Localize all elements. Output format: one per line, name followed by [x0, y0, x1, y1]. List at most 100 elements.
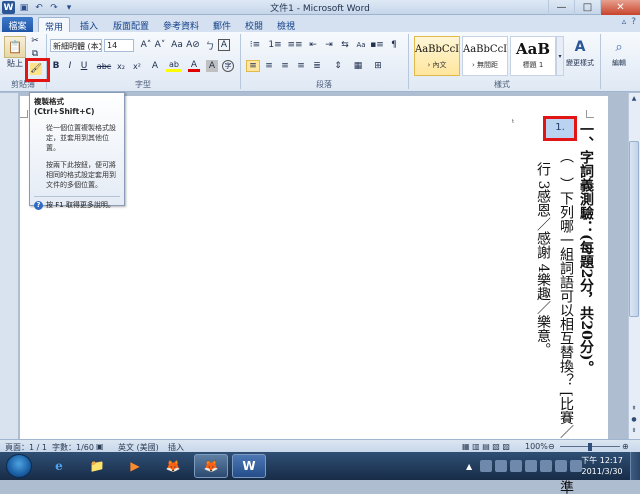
tray-icon[interactable] [540, 460, 552, 472]
group-divider [240, 34, 241, 89]
find-icon[interactable]: ⌕ [606, 36, 632, 58]
style-normal[interactable]: AaBbCcI › 內文 [414, 36, 460, 76]
redo-icon[interactable]: ↷ [48, 2, 60, 14]
bullets-button[interactable]: ⁝≡ [246, 39, 264, 51]
question-heading[interactable]: 一、字詞義測驗：(每題2分，共20分)。 [578, 122, 594, 374]
line-spacing-button[interactable]: ⇕ [330, 60, 346, 72]
change-styles-button[interactable]: 變更樣式 [562, 58, 598, 68]
status-bar: 頁面：1 / 1 字數：1/60 ▣ 英文 (美國) 插入 ▦ ▥ ▤ ▧ ▨ … [0, 439, 640, 452]
tab-home[interactable]: 常用 [38, 17, 70, 33]
phonetic-guide-icon[interactable]: ㄅ [204, 39, 216, 52]
word-logo-icon[interactable]: W [2, 1, 15, 14]
minimize-button[interactable]: — [548, 0, 574, 15]
firefox-window-icon[interactable]: 🦊 [194, 454, 228, 478]
justify-button[interactable]: ≡ [294, 60, 308, 72]
show-desktop-button[interactable] [630, 452, 640, 480]
enclose-char-button[interactable]: 字 [222, 60, 234, 72]
shrink-font-icon[interactable]: A˅ [154, 39, 166, 51]
numbering-button[interactable]: 1≡ [266, 39, 284, 51]
question-line[interactable]: 行 3感恩／感謝 4樂趣／樂意。 [535, 162, 551, 357]
align-center-button[interactable]: ≡ [262, 60, 276, 72]
tab-page-layout[interactable]: 版面配置 [108, 17, 154, 32]
prev-page-icon[interactable]: ⇞ [629, 405, 639, 415]
explorer-folder-icon[interactable]: 📁 [80, 454, 114, 478]
shading-button[interactable]: ▦ [350, 60, 366, 72]
scroll-up-icon[interactable]: ▲ [629, 95, 639, 105]
font-name-combo[interactable]: 新細明體 (本文 [50, 39, 102, 52]
align-right-button[interactable]: ≡ [278, 60, 292, 72]
zoom-slider-thumb[interactable] [588, 443, 592, 451]
sort-button[interactable]: ▪≡ [370, 39, 384, 51]
show-marks-button[interactable]: ¶ [388, 39, 400, 51]
proofing-icon[interactable]: ▣ [96, 442, 104, 451]
grow-font-icon[interactable]: A˄ [140, 39, 152, 51]
tab-insert[interactable]: 插入 [74, 17, 104, 32]
text-effects-icon[interactable]: A [148, 60, 162, 72]
borders-button[interactable]: ⊞ [370, 60, 386, 72]
firefox-icon[interactable]: 🦊 [156, 454, 190, 478]
style-no-spacing[interactable]: AaBbCcI › 無間距 [462, 36, 508, 76]
paste-icon[interactable]: 📋 [4, 36, 26, 58]
crop-mark [20, 110, 28, 118]
tray-icon[interactable] [525, 460, 537, 472]
start-button[interactable] [6, 454, 32, 478]
change-case-icon[interactable]: Aa [170, 39, 184, 51]
tray-icon[interactable] [510, 460, 522, 472]
change-styles-icon[interactable]: A [568, 36, 592, 58]
clock-time: 下午 12:17 [581, 456, 623, 465]
tray-icon[interactable] [495, 460, 507, 472]
clear-formatting-icon[interactable]: A⊘ [186, 39, 200, 51]
distributed-button[interactable]: ≣ [310, 60, 324, 72]
increase-indent-button[interactable]: ⇥ [322, 39, 336, 51]
style-heading-1[interactable]: AaB 標題 1 [510, 36, 556, 76]
italic-button[interactable]: I [64, 60, 76, 72]
zoom-level[interactable]: 100% [525, 442, 548, 451]
tab-view[interactable]: 檢視 [272, 17, 300, 32]
align-left-button[interactable]: ≡ [246, 60, 260, 72]
char-border-icon[interactable]: A [218, 39, 230, 51]
highlight-button[interactable]: ab [166, 60, 182, 72]
asian-layout-button[interactable]: Aa [354, 39, 368, 51]
media-player-icon[interactable]: ▶ [118, 454, 152, 478]
clock[interactable]: 下午 12:17 2011/3/30 [576, 455, 628, 477]
word-taskbar-icon[interactable]: W [232, 454, 266, 478]
close-button[interactable]: ✕ [600, 0, 640, 15]
paste-button-label[interactable]: 貼上 [4, 58, 26, 68]
view-buttons[interactable]: ▦ ▥ ▤ ▧ ▨ [462, 442, 510, 451]
font-size-combo[interactable]: 14 [104, 39, 134, 52]
internet-explorer-icon[interactable]: e [42, 454, 76, 478]
text-direction-button[interactable]: ⇆ [338, 39, 352, 51]
minimize-ribbon-icon[interactable]: ▵ [622, 17, 627, 27]
tab-mailings[interactable]: 郵件 [208, 17, 236, 32]
show-hidden-icons[interactable]: ▲ [466, 462, 472, 471]
scrollbar-thumb[interactable] [629, 141, 639, 317]
tab-review[interactable]: 校閱 [240, 17, 268, 32]
help-icon[interactable]: ? [631, 17, 636, 27]
styles-more-icon[interactable]: ▾ [556, 36, 564, 76]
char-shading-button[interactable]: A [206, 60, 218, 72]
decrease-indent-button[interactable]: ⇤ [306, 39, 320, 51]
tab-file[interactable]: 檔案 [2, 17, 33, 32]
multilevel-list-button[interactable]: ≡≡ [286, 39, 304, 51]
tab-references[interactable]: 參考資料 [158, 17, 204, 32]
cut-icon[interactable]: ✂ [30, 36, 40, 46]
browse-object-icon[interactable]: ● [629, 416, 639, 426]
subscript-button[interactable]: x₂ [114, 60, 128, 72]
network-icon[interactable] [555, 460, 567, 472]
maximize-button[interactable]: □ [574, 0, 600, 15]
zoom-in-icon[interactable]: ⊕ [622, 442, 629, 451]
superscript-button[interactable]: x² [130, 60, 144, 72]
qat-customize-icon[interactable]: ▾ [63, 2, 75, 14]
underline-button[interactable]: U [78, 60, 90, 72]
bold-button[interactable]: B [50, 60, 62, 72]
tray-icon[interactable] [480, 460, 492, 472]
undo-icon[interactable]: ↶ [33, 2, 45, 14]
editing-button[interactable]: 編輯 [604, 58, 634, 68]
zoom-out-icon[interactable]: ⊖ [548, 442, 555, 451]
paragraph-group-label: 段落 [316, 80, 332, 89]
font-color-button[interactable]: A [188, 60, 200, 72]
tooltip-help-text: 按 F1 取得更多說明。 [46, 201, 115, 209]
save-icon[interactable]: ▣ [18, 2, 30, 14]
next-page-icon[interactable]: ⇟ [629, 427, 639, 437]
strikethrough-button[interactable]: abc [96, 60, 112, 72]
